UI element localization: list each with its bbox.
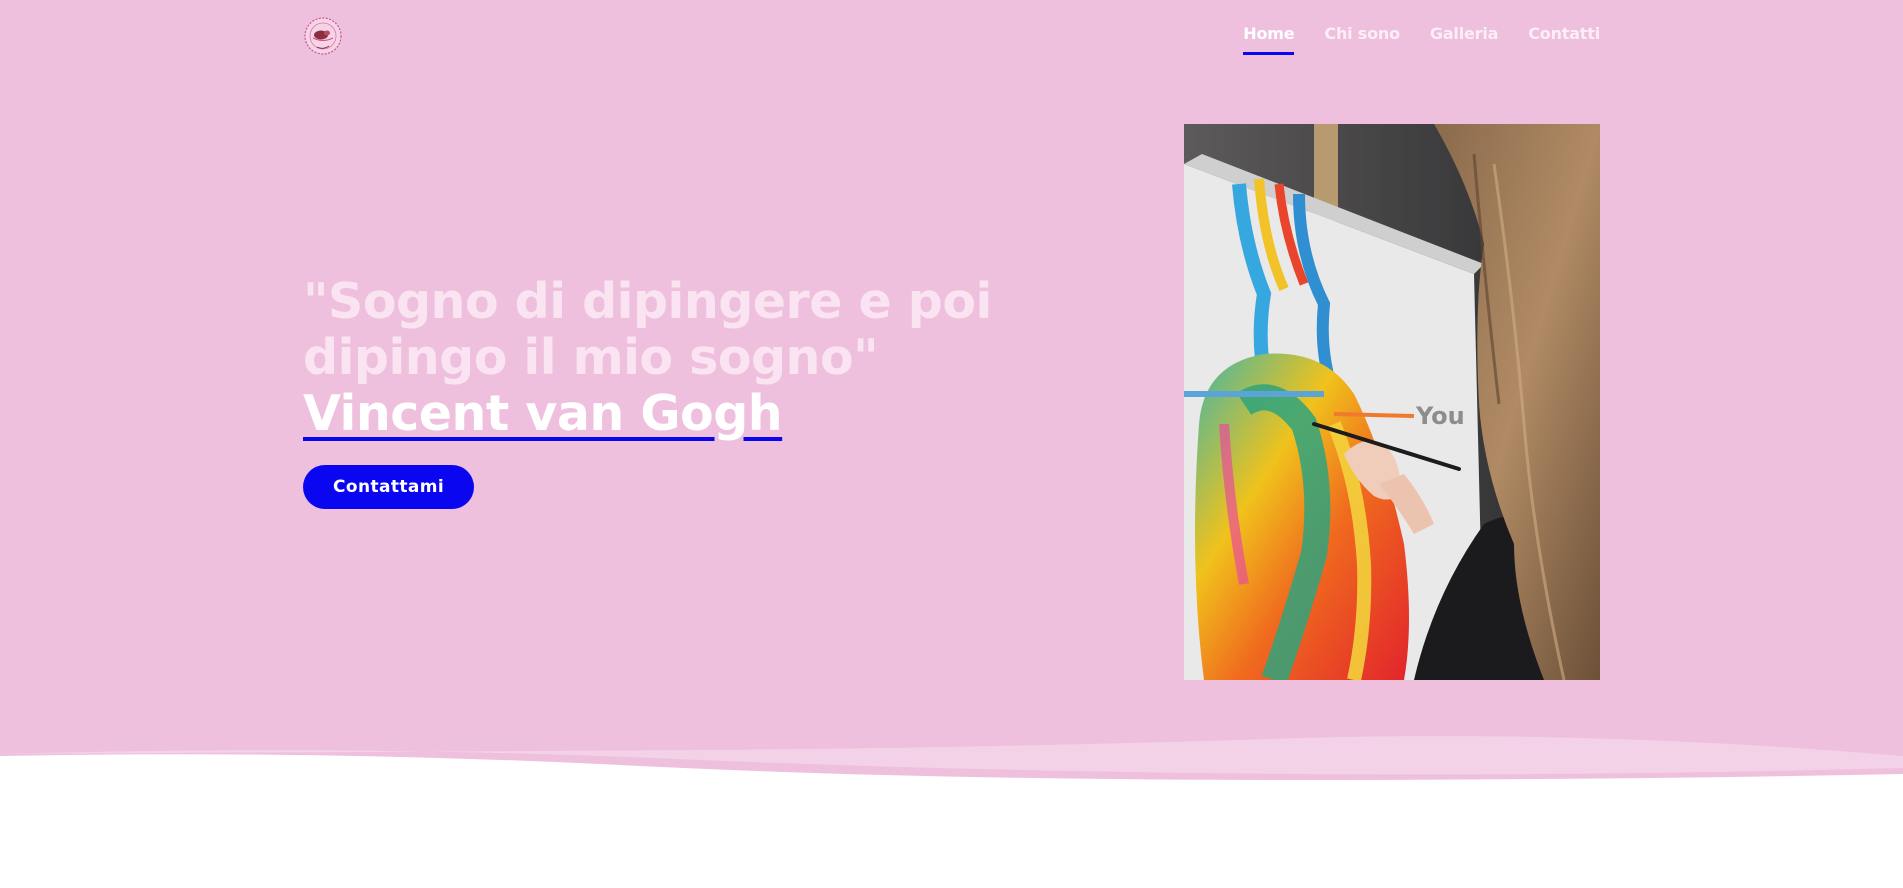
logo-icon[interactable] (303, 16, 343, 56)
nav-chi-sono[interactable]: Chi sono (1324, 24, 1400, 43)
main-nav: Home Chi sono Galleria Contatti (1243, 24, 1600, 55)
nav-contatti[interactable]: Contatti (1528, 24, 1600, 43)
nav-galleria[interactable]: Galleria (1430, 24, 1499, 43)
hero-photo: You (1184, 124, 1600, 680)
hero-section: Home Chi sono Galleria Contatti "Sogno d… (0, 0, 1903, 800)
hero-quote: "Sogno di dipingere e poi dipingo il mio… (303, 273, 992, 386)
contact-button[interactable]: Contattami (303, 465, 475, 509)
wave-divider (0, 720, 1903, 820)
nav-home[interactable]: Home (1243, 24, 1295, 55)
hero-headline: "Sogno di dipingere e poi dipingo il mio… (303, 274, 1093, 442)
hero-author: Vincent van Gogh (303, 385, 783, 442)
photo-canvas-text: You (1415, 402, 1465, 430)
page: Home Chi sono Galleria Contatti "Sogno d… (0, 0, 1903, 888)
